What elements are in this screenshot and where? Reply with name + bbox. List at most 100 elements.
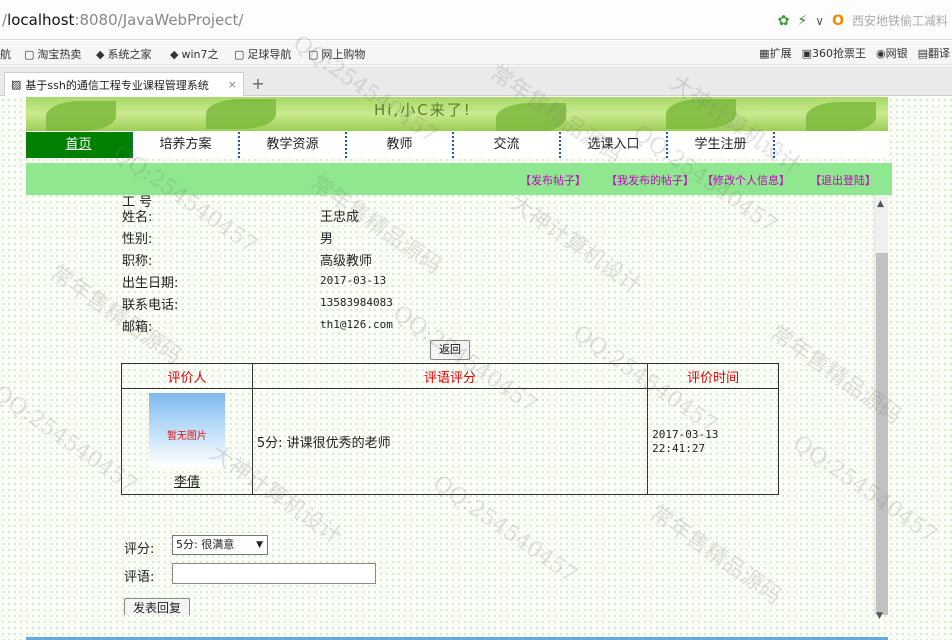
score-label: 评分: <box>124 542 155 557</box>
bank-button[interactable]: ◉网银 <box>876 45 908 61</box>
logout-link[interactable]: 【退出登陆】 <box>810 172 876 188</box>
bookmark-item[interactable]: ▢ 足球导航 <box>234 46 291 62</box>
search-icon[interactable]: O <box>832 13 844 29</box>
leaf-decoration <box>46 101 116 131</box>
bookmark-item[interactable]: ◆ win7之 <box>170 46 219 62</box>
info-label: 职称: <box>122 254 153 269</box>
nav-training-plan[interactable]: 培养方案 <box>133 132 240 158</box>
score-selected-value: 5分: 很满意 <box>176 538 235 551</box>
table-header-row: 评价人 评语评分 评价时间 <box>121 363 779 389</box>
url-path: :8080/JavaWebProject/ <box>74 11 244 29</box>
address-bar: /localhost:8080/JavaWebProject/ ✿ ⚡ ∨ O … <box>0 0 952 40</box>
comment-input[interactable] <box>172 563 376 584</box>
info-value: th1@126.com <box>320 318 393 331</box>
page-viewport: Hi,小C来了! 首页 培养方案 教学资源 教师 交流 选课入口 学生注册 【发… <box>0 31 952 640</box>
reviews-table: 评价人 评语评分 评价时间 暂无图片 李倩 5分: 讲课很优秀的老师 2017-… <box>121 363 779 495</box>
page-scrollbar[interactable]: ▲ <box>874 195 888 615</box>
dropdown-arrow-icon: ▼ <box>256 540 263 550</box>
nav-home[interactable]: 首页 <box>26 132 133 158</box>
nav-exchange[interactable]: 交流 <box>454 132 561 158</box>
column-header: 评价人 <box>121 363 253 389</box>
bookmark-item[interactable]: ▢ 网上购物 <box>308 46 365 62</box>
extensions-button[interactable]: ▦扩展 <box>759 45 791 61</box>
close-icon[interactable]: × <box>228 78 237 91</box>
ticket-button[interactable]: ▣360抢票王 <box>802 45 866 61</box>
review-time: 22:41:27 <box>652 441 706 455</box>
tab-strip: ▨ 基于ssh的通信工程专业课程管理系统 × + <box>0 66 952 96</box>
info-label: 性别: <box>122 232 153 247</box>
windows-icon: ◆ <box>96 47 105 61</box>
leaf-decoration <box>806 102 876 131</box>
search-suggestion[interactable]: 西安地铁偷工减料 <box>852 12 948 29</box>
info-row-title: 职称: 高级教师 <box>122 250 622 270</box>
user-action-bar: 【发布帖子】 【我发布的帖子】 【修改个人信息】 【退出登陆】 <box>26 163 892 195</box>
post-topic-link[interactable]: 【发布帖子】 <box>520 172 586 188</box>
page-icon: ▢ <box>24 47 35 61</box>
browser-tab[interactable]: ▨ 基于ssh的通信工程专业课程管理系统 × <box>4 72 244 96</box>
bookmark-item[interactable]: ◆ 系统之家 <box>96 46 151 62</box>
scroll-thumb[interactable] <box>876 253 888 615</box>
comment-label: 评语: <box>124 570 155 585</box>
bookmarks-right: ▦扩展 ▣360抢票王 ◉网银 ▤翻译 <box>759 45 950 61</box>
translate-button[interactable]: ▤翻译 <box>918 45 950 61</box>
info-value: 2017-03-13 <box>320 274 387 287</box>
reviewer-cell: 暂无图片 李倩 <box>121 388 253 495</box>
bank-icon: ◉ <box>875 47 886 60</box>
teacher-detail: 工 号 姓名: 王忠成 性别: 男 职称: 高级教师 出生日期: 2017-03… <box>0 195 874 615</box>
info-value: 男 <box>320 232 334 247</box>
leaf-decoration <box>666 99 736 129</box>
info-value: 13583984083 <box>320 296 393 309</box>
favicon-icon: ▨ <box>11 78 22 91</box>
main-nav: 首页 培养方案 教学资源 教师 交流 选课入口 学生注册 <box>26 132 888 158</box>
ticket-icon: ▣ <box>801 47 812 60</box>
score-row: 评分: 5分: 很满意 ▼ <box>124 535 268 557</box>
score-select[interactable]: 5分: 很满意 ▼ <box>172 535 268 555</box>
nav-teaching-resources[interactable]: 教学资源 <box>240 132 347 158</box>
scroll-down-icon[interactable]: ▼ <box>876 611 883 621</box>
tab-title: 基于ssh的通信工程专业课程管理系统 <box>25 78 209 92</box>
info-row-gender: 性别: 男 <box>122 228 622 248</box>
bookmark-item[interactable]: 航 <box>0 46 11 62</box>
info-value: 王忠成 <box>320 210 360 225</box>
nav-student-register[interactable]: 学生注册 <box>668 132 775 158</box>
info-label: 邮箱: <box>122 320 153 335</box>
banner-greeting: Hi,小C来了! <box>374 101 472 119</box>
info-label: 姓名: <box>122 210 153 225</box>
comment-cell: 5分: 讲课很优秀的老师 <box>251 388 649 495</box>
bolt-icon[interactable]: ⚡ <box>797 13 807 29</box>
scroll-up-icon[interactable]: ▲ <box>877 199 884 209</box>
refresh-icon[interactable]: ✿ <box>778 13 790 29</box>
no-image-text: 暂无图片 <box>166 431 207 442</box>
url-host: localhost <box>7 11 75 29</box>
translate-icon: ▤ <box>917 47 928 60</box>
info-row-birthday: 出生日期: 2017-03-13 <box>122 272 622 292</box>
info-row-email: 邮箱: th1@126.com <box>122 316 622 336</box>
info-label: 出生日期: <box>122 276 179 291</box>
nav-teachers[interactable]: 教师 <box>347 132 454 158</box>
my-posts-link[interactable]: 【我发布的帖子】 <box>606 172 694 188</box>
nav-course-selection[interactable]: 选课入口 <box>561 132 668 158</box>
address-actions: ✿ ⚡ ∨ O 西安地铁偷工减料 <box>778 12 948 29</box>
edit-profile-link[interactable]: 【修改个人信息】 <box>702 172 790 188</box>
info-value: 高级教师 <box>320 254 373 269</box>
bookmarks-bar: 航 ▢ 淘宝热卖 ◆ 系统之家 ◆ win7之 ▢ 足球导航 ▢ 网上购物 ▦扩展 ▣36… <box>0 41 952 65</box>
time-cell: 2017-03-13 22:41:27 <box>647 388 779 495</box>
column-header: 评价时间 <box>647 363 779 389</box>
avatar: 暂无图片 <box>148 393 225 467</box>
info-label: 联系电话: <box>122 298 179 313</box>
column-header: 评语评分 <box>251 363 649 389</box>
url-field[interactable]: /localhost:8080/JavaWebProject/ <box>2 11 243 29</box>
site-banner: Hi,小C来了! <box>26 97 888 131</box>
info-row-name: 姓名: 王忠成 <box>122 206 622 226</box>
table-row: 暂无图片 李倩 5分: 讲课很优秀的老师 2017-03-13 22:41:27 <box>121 388 779 495</box>
submit-reply-button[interactable]: 发表回复 <box>124 598 190 615</box>
back-button[interactable]: 返回 <box>430 340 470 360</box>
leaf-decoration <box>206 99 276 129</box>
chevron-down-icon[interactable]: ∨ <box>815 14 824 28</box>
bookmark-item[interactable]: ▢ 淘宝热卖 <box>24 46 81 62</box>
review-date: 2017-03-13 <box>652 427 719 441</box>
page-icon: ▢ <box>234 47 245 61</box>
leaf-decoration <box>496 103 566 131</box>
new-tab-button[interactable]: + <box>248 74 268 94</box>
reviewer-name-link[interactable]: 李倩 <box>122 471 252 490</box>
